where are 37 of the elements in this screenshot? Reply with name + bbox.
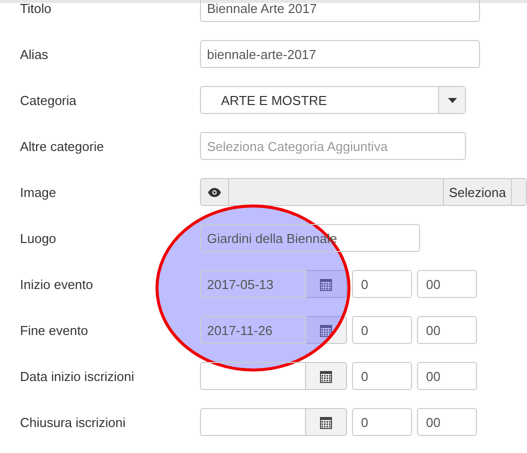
field-label: Altre categorie (19, 138, 105, 154)
field-label: Luogo (19, 230, 58, 246)
field-label: Inizio evento (19, 276, 94, 292)
field-label: Categoria (19, 92, 78, 108)
text-field[interactable]: Biennale Arte 2017 (200, 0, 480, 22)
text-field[interactable]: biennale-arte-2017 (200, 40, 480, 68)
calendar-button[interactable] (306, 362, 347, 390)
calendar-button[interactable] (306, 408, 347, 436)
hour-field[interactable]: 0 (352, 316, 412, 344)
image-field[interactable]: Seleziona (200, 178, 527, 206)
field-label: Data inizio iscrizioni (19, 368, 136, 384)
date-field[interactable] (200, 362, 306, 390)
minute-field[interactable]: 00 (417, 316, 477, 344)
hour-field[interactable]: 0 (352, 270, 412, 298)
hour-field[interactable]: 0 (352, 362, 412, 390)
date-field[interactable]: 2017-11-26 (200, 316, 306, 344)
minute-field[interactable]: 00 (417, 408, 477, 436)
field-label: Titolo (19, 0, 52, 16)
field-label: Image (19, 184, 58, 200)
eye-icon (208, 188, 221, 196)
calendar-icon (320, 416, 332, 428)
minute-field[interactable]: 00 (417, 362, 477, 390)
category-dropdown[interactable]: ARTE E MOSTRE (200, 86, 466, 114)
caret-icon (448, 98, 456, 102)
hour-field[interactable]: 0 (352, 408, 412, 436)
minute-field[interactable]: 00 (417, 270, 477, 298)
calendar-icon (320, 278, 332, 290)
field-label: Chiusura iscrizioni (19, 414, 126, 430)
dropdown-value: ARTE E MOSTRE (220, 92, 328, 108)
calendar-icon (320, 324, 332, 336)
date-field[interactable]: 2017-05-13 (200, 270, 306, 298)
text-field[interactable]: Seleziona Categoria Aggiuntiva (200, 132, 466, 160)
field-label: Fine evento (19, 322, 89, 338)
field-label: Alias (19, 46, 50, 62)
calendar-button[interactable] (306, 316, 347, 344)
calendar-icon (320, 370, 332, 382)
date-field[interactable] (200, 408, 306, 436)
